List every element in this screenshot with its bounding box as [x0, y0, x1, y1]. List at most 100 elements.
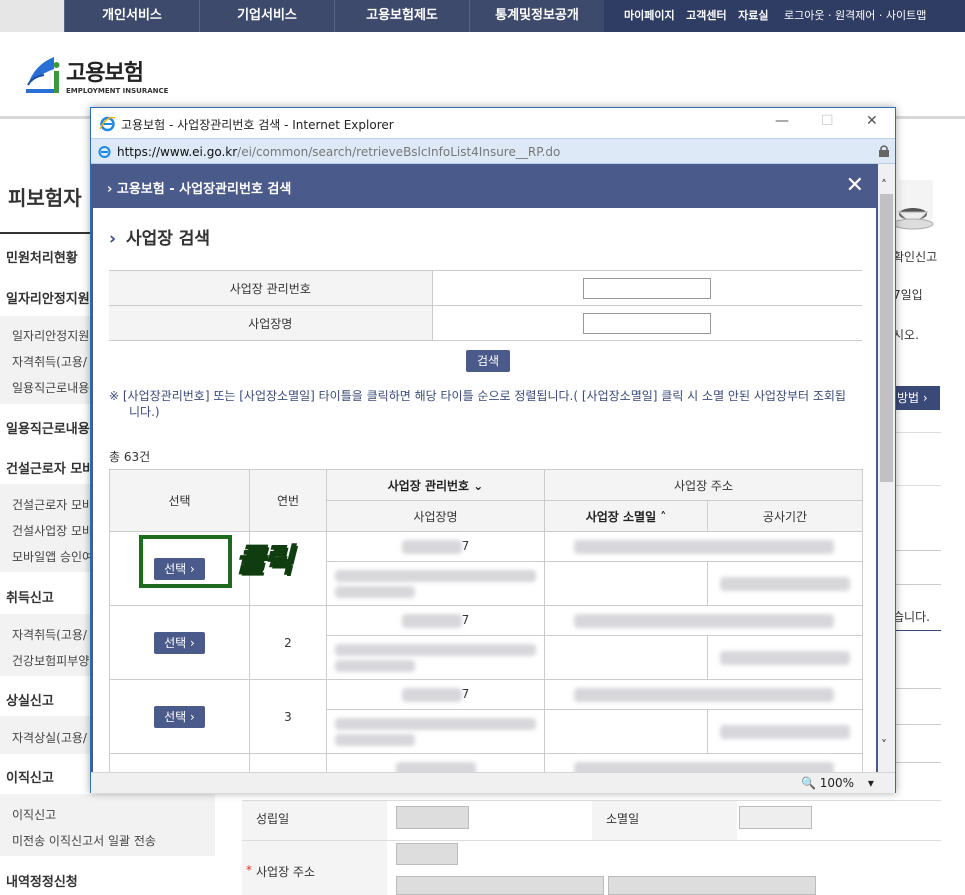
zipcode-field[interactable] [396, 843, 458, 865]
util-customer-center[interactable]: 고객센터 [686, 9, 726, 22]
site-logo[interactable]: 고용보험 EMPLOYMENT INSURANCE [24, 55, 168, 95]
mgmt-no-label: 사업장 관리번호 [109, 270, 433, 306]
closed-date-label: 소멸일 [606, 812, 640, 826]
section-title: › 사업장 검색 [109, 224, 210, 249]
col-business-name: 사업장명 [326, 500, 545, 532]
coffee-cup-icon [892, 180, 935, 238]
window-titlebar[interactable]: 고용보험 - 사업장관리번호 검색 - Internet Explorer — … [91, 108, 895, 138]
page-title: 피보험자 [8, 186, 82, 210]
status-bar: 🔍 100% ▾ [91, 772, 895, 793]
minimize-icon[interactable]: — [775, 113, 789, 129]
url-path: /ei/common/search/retrieveBslcInfoList4I… [237, 145, 561, 159]
right-divider [893, 584, 941, 585]
right-divider [893, 630, 941, 631]
search-button[interactable]: 검색 [466, 350, 510, 372]
zoom-control[interactable]: 🔍 100% ▾ [801, 776, 874, 790]
col-seq: 연번 [249, 469, 327, 532]
sidebar-sub-separation[interactable]: 이직신고 [0, 806, 215, 823]
page-icon [97, 144, 112, 162]
redacted-text [720, 724, 850, 739]
mgmt-no-suffix: 7 [461, 613, 470, 628]
util-links[interactable]: 로그아웃 · 원격제어 · 사이트맵 [784, 9, 926, 22]
mgmt-no-suffix: 7 [461, 687, 470, 702]
utility-menu: 마이페이지 고객센터 자료실 로그아웃 · 원격제어 · 사이트맵 [604, 0, 965, 32]
window-title: 고용보험 - 사업장관리번호 검색 - Internet Explorer [121, 118, 394, 132]
redacted-text [401, 539, 462, 554]
scrollbar-thumb[interactable] [880, 194, 893, 482]
redacted-text [335, 659, 415, 672]
select-button[interactable]: 선택 › [154, 631, 205, 654]
table-row [109, 753, 864, 772]
select-button[interactable]: 선택 › [154, 705, 205, 728]
redacted-text [573, 539, 834, 554]
internet-explorer-icon [99, 115, 116, 132]
lock-icon[interactable] [879, 145, 889, 157]
url-domain: https://www.ei.go.kr [117, 145, 238, 159]
address-field-1[interactable] [396, 876, 604, 895]
row-seq: 3 [249, 679, 327, 754]
chevron-right-icon: › [107, 182, 113, 197]
business-name-label: 사업장명 [109, 305, 433, 341]
search-form-table: 사업장 관리번호 사업장명 [109, 270, 862, 341]
row-seq: 2 [249, 605, 327, 680]
redacted-text [395, 761, 476, 772]
right-divider [893, 724, 941, 725]
redacted-text [720, 576, 850, 591]
scroll-down-icon[interactable]: ˅ [881, 738, 887, 752]
mgmt-no-input[interactable] [582, 278, 711, 299]
right-fragment-text: 7일입 [893, 288, 923, 302]
menu-corporate-service[interactable]: 기업서비스 [199, 0, 334, 32]
form-row [242, 840, 941, 841]
right-fragment-text: 시오. [893, 328, 919, 342]
menu-insurance-system[interactable]: 고용보험제도 [334, 0, 469, 32]
dialog-title-text: 고용보험 - 사업장관리번호 검색 [116, 182, 292, 197]
redacted-text [720, 650, 850, 665]
util-mypage[interactable]: 마이페이지 [624, 9, 675, 22]
right-divider [893, 688, 941, 689]
result-count: 총 63건 [109, 450, 151, 464]
right-divider [893, 550, 941, 551]
redacted-text [573, 613, 834, 628]
result-table: 선택 연번 사업장 관리번호 ⌄ 사업장 주소 사업장명 사업장 소멸일 ˄ 공… [109, 469, 864, 772]
form-row [242, 800, 941, 801]
zoom-dropdown-icon[interactable]: ▾ [868, 776, 874, 790]
closed-date-field[interactable] [739, 806, 812, 829]
menu-personal-service[interactable]: 개인서비스 [64, 0, 199, 32]
table-row: 선택 › 2 7 [109, 605, 864, 680]
window-close-icon[interactable]: ✕ [866, 113, 878, 129]
vertical-scrollbar[interactable]: ˄ ˅ [878, 164, 895, 772]
ie-popup-window: 고용보험 - 사업장관리번호 검색 - Internet Explorer — … [90, 107, 896, 793]
redacted-text [335, 585, 415, 598]
dialog-close-icon[interactable]: ✕ [846, 173, 864, 198]
method-button[interactable]: 방법 › [893, 386, 940, 410]
sidebar-sub-unsent-separation[interactable]: 미전송 이직신고서 일괄 전송 [0, 832, 215, 849]
maximize-icon[interactable]: ☐ [821, 113, 834, 129]
redacted-text [335, 717, 536, 730]
sidebar-item-correction[interactable]: 내역정정신청 [0, 871, 215, 890]
business-name-input[interactable] [582, 313, 711, 334]
redacted-text [401, 613, 462, 628]
logo-english: EMPLOYMENT INSURANCE [66, 87, 169, 95]
menu-statistics[interactable]: 통계및정보공개 [469, 0, 604, 32]
url-text[interactable]: https://www.ei.go.kr/ei/common/search/re… [117, 145, 560, 159]
redacted-text [573, 761, 834, 772]
redacted-text [573, 687, 834, 702]
click-highlight-box [139, 535, 232, 588]
redacted-text [335, 733, 415, 746]
redacted-text [401, 687, 462, 702]
redacted-text [335, 643, 536, 656]
scroll-up-icon[interactable]: ˄ [881, 178, 887, 192]
sort-notice: ※ [사업장관리번호] 또는 [사업장소멸일] 타이틀을 클릭하면 해당 타이틀… [109, 389, 846, 419]
col-mgmt-no-sort[interactable]: 사업장 관리번호 ⌄ [326, 469, 545, 501]
address-bar[interactable]: https://www.ei.go.kr/ei/common/search/re… [91, 138, 895, 164]
established-date-field[interactable] [396, 806, 469, 829]
col-address: 사업장 주소 [543, 469, 864, 501]
right-info-box [893, 432, 941, 486]
address-field-2[interactable] [608, 876, 816, 895]
logo-mark-icon [24, 55, 62, 95]
col-select: 선택 [109, 469, 250, 532]
popup-content: › 고용보험 - 사업장관리번호 검색 ✕ › 사업장 검색 사업장 관리번호 … [91, 164, 878, 772]
util-archive[interactable]: 자료실 [738, 9, 768, 22]
logo-korean: 고용보험 [66, 61, 144, 86]
col-closed-date-sort[interactable]: 사업장 소멸일 ˄ [544, 500, 708, 532]
